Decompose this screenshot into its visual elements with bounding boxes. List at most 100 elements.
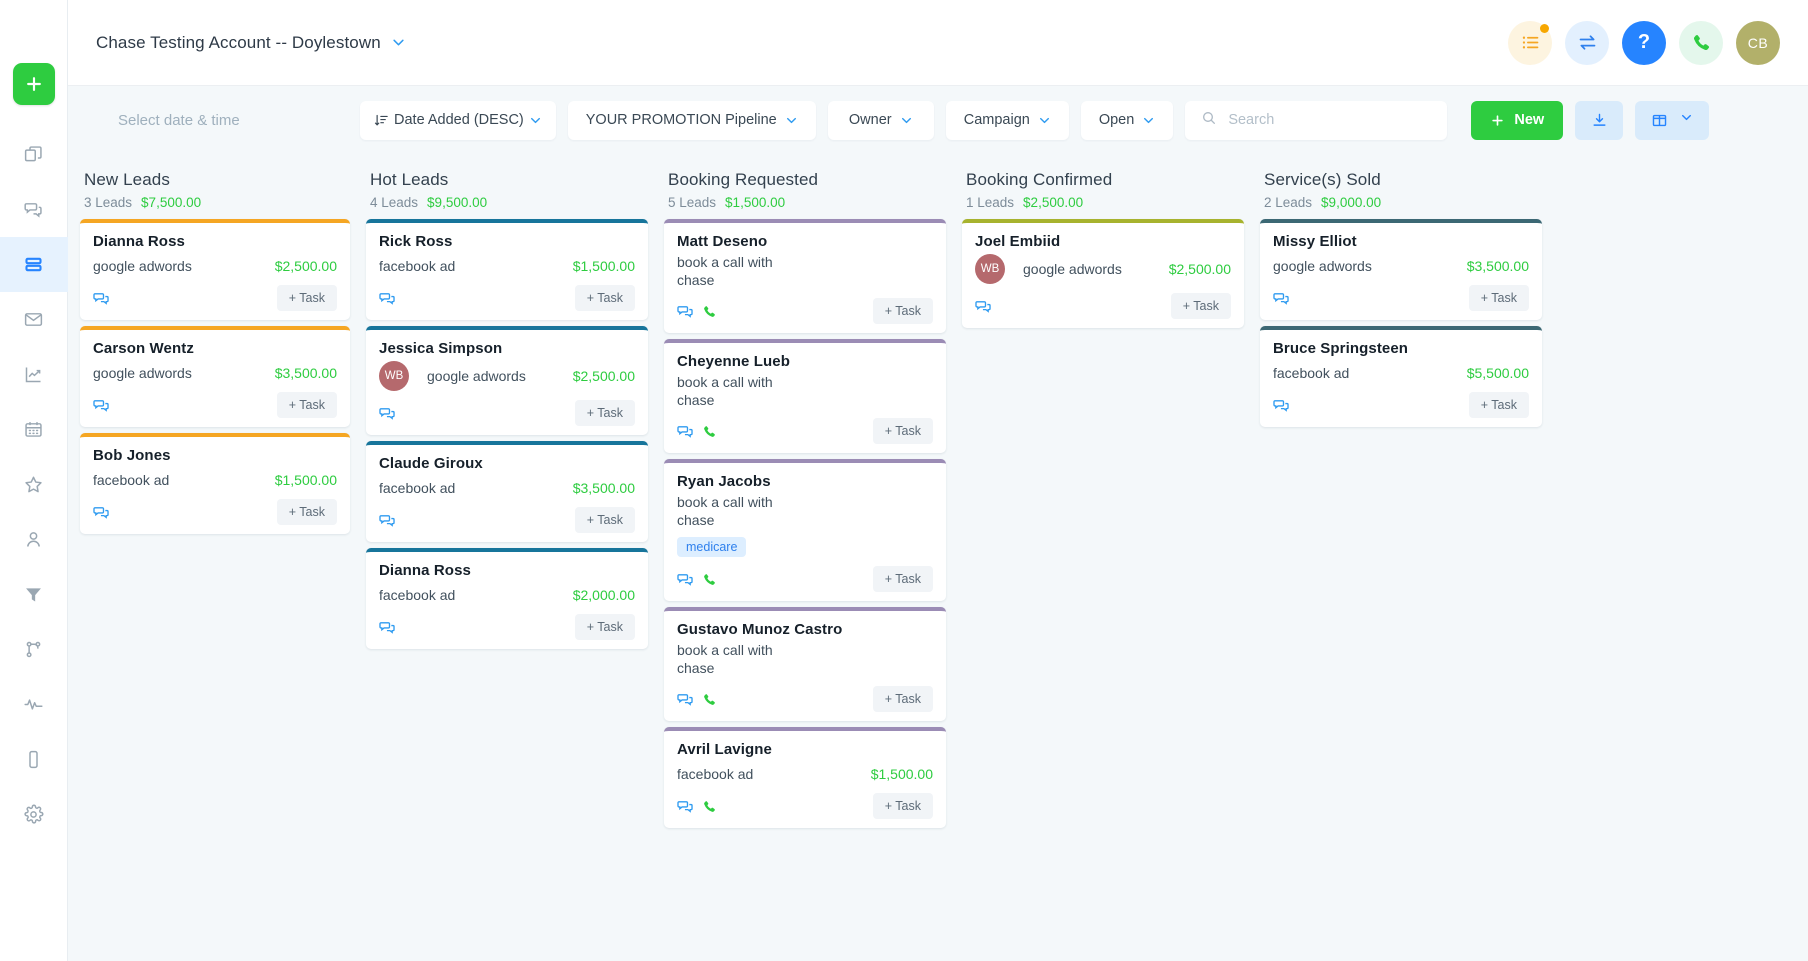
add-task-button[interactable]: + Task	[1469, 285, 1529, 311]
opportunity-card[interactable]: Cheyenne Luebbook a call with chase+ Tas…	[664, 339, 946, 453]
card-contact-name: Carson Wentz	[93, 340, 337, 357]
sidebar-item-contacts[interactable]	[0, 512, 68, 567]
chat-icon[interactable]	[379, 512, 396, 529]
chat-icon[interactable]	[379, 290, 396, 307]
tasks-icon-button[interactable]	[1508, 21, 1552, 65]
sidebar-item-copy[interactable]	[0, 127, 68, 182]
add-task-button[interactable]: + Task	[575, 614, 635, 640]
opportunity-card[interactable]: Avril Lavignefacebook ad$1,500.00+ Task	[664, 727, 946, 828]
campaign-dropdown[interactable]: Campaign	[946, 101, 1069, 140]
add-task-button[interactable]: + Task	[277, 285, 337, 311]
sidebar-item-mobile[interactable]	[0, 732, 68, 787]
chat-icon[interactable]	[677, 423, 694, 440]
chevron-down-icon	[529, 114, 542, 127]
opportunity-card[interactable]: Carson Wentzgoogle adwords$3,500.00+ Tas…	[80, 326, 350, 427]
phone-icon[interactable]	[702, 304, 717, 319]
search-input[interactable]	[1228, 112, 1431, 128]
phone-icon[interactable]	[702, 424, 717, 439]
sidebar-item-reporting[interactable]	[0, 347, 68, 402]
chat-icon[interactable]	[379, 619, 396, 636]
opportunity-card[interactable]: Claude Girouxfacebook ad$3,500.00+ Task	[366, 441, 648, 542]
sidebar-item-star[interactable]	[0, 457, 68, 512]
chat-icon[interactable]	[677, 303, 694, 320]
card-amount: $1,500.00	[275, 472, 337, 488]
export-download-button[interactable]	[1575, 101, 1623, 140]
help-icon-button[interactable]: ?	[1622, 21, 1666, 65]
sidebar-item-activity[interactable]	[0, 677, 68, 732]
owner-dropdown[interactable]: Owner	[828, 101, 934, 140]
card-footer: + Task	[677, 793, 933, 819]
sidebar-item-settings[interactable]	[0, 787, 68, 842]
quick-add-button[interactable]	[13, 63, 55, 105]
card-footer: + Task	[1273, 285, 1529, 311]
chat-icon[interactable]	[1273, 397, 1290, 414]
sidebar-item-mail[interactable]	[0, 292, 68, 347]
add-task-button[interactable]: + Task	[873, 686, 933, 712]
chat-icon[interactable]	[677, 798, 694, 815]
add-task-button[interactable]: + Task	[1469, 392, 1529, 418]
phone-icon-button[interactable]	[1679, 21, 1723, 65]
search-box[interactable]	[1185, 101, 1447, 140]
status-dropdown[interactable]: Open	[1081, 101, 1173, 140]
add-task-button[interactable]: + Task	[873, 418, 933, 444]
sidebar-item-calendar[interactable]	[0, 402, 68, 457]
add-task-button[interactable]: + Task	[575, 507, 635, 533]
sidebar-item-funnel[interactable]	[0, 567, 68, 622]
new-opportunity-button[interactable]: New	[1471, 101, 1563, 140]
opportunity-card[interactable]: Jessica SimpsonWBgoogle adwords$2,500.00…	[366, 326, 648, 435]
opportunity-card[interactable]: Bob Jonesfacebook ad$1,500.00+ Task	[80, 433, 350, 534]
swap-icon-button[interactable]	[1565, 21, 1609, 65]
opportunity-card[interactable]: Matt Desenobook a call with chase+ Task	[664, 219, 946, 333]
card-amount: $3,500.00	[275, 365, 337, 381]
opportunity-card[interactable]: Ryan Jacobsbook a call with chasemedicar…	[664, 459, 946, 601]
phone-icon[interactable]	[702, 692, 717, 707]
date-range-picker[interactable]: Select date & time	[96, 112, 348, 129]
sidebar-item-conversations[interactable]	[0, 182, 68, 237]
card-description: book a call with chase	[677, 642, 801, 677]
opportunity-card[interactable]: Dianna Rossfacebook ad$2,000.00+ Task	[366, 548, 648, 649]
card-amount: $3,500.00	[1467, 258, 1529, 274]
avatar[interactable]: CB	[1736, 21, 1780, 65]
add-task-button[interactable]: + Task	[277, 392, 337, 418]
card-details-row: google adwords$2,500.00	[93, 256, 337, 276]
chat-icon[interactable]	[379, 405, 396, 422]
chat-icon[interactable]	[93, 504, 110, 521]
sort-dropdown[interactable]: Date Added (DESC)	[360, 101, 556, 140]
opportunity-card[interactable]: Joel EmbiidWBgoogle adwords$2,500.00+ Ta…	[962, 219, 1244, 328]
chat-icon[interactable]	[975, 298, 992, 315]
card-details-row: WBgoogle adwords$2,500.00	[379, 361, 635, 391]
chat-icon[interactable]	[93, 397, 110, 414]
opportunity-card[interactable]: Gustavo Munoz Castro book a call with cha…	[664, 607, 946, 721]
chat-icon[interactable]	[677, 691, 694, 708]
chat-icon[interactable]	[677, 571, 694, 588]
opportunity-card[interactable]: Dianna Rossgoogle adwords$2,500.00+ Task	[80, 219, 350, 320]
card-footer: + Task	[93, 499, 337, 525]
opportunity-card[interactable]: Rick Rossfacebook ad$1,500.00+ Task	[366, 219, 648, 320]
add-task-button[interactable]: + Task	[277, 499, 337, 525]
chat-icon[interactable]	[93, 290, 110, 307]
card-contact-name: Gustavo Munoz Castro	[677, 621, 933, 638]
add-task-button[interactable]: + Task	[575, 285, 635, 311]
add-task-button[interactable]: + Task	[1171, 293, 1231, 319]
opportunity-card[interactable]: Missy Elliotgoogle adwords$3,500.00+ Tas…	[1260, 219, 1542, 320]
card-footer: + Task	[93, 392, 337, 418]
add-task-button[interactable]: + Task	[873, 793, 933, 819]
card-tag[interactable]: medicare	[677, 537, 746, 557]
pipeline-dropdown[interactable]: YOUR PROMOTION Pipeline	[568, 101, 816, 140]
account-selector[interactable]: Chase Testing Account -- Doylestown	[96, 33, 406, 53]
add-task-button[interactable]: + Task	[873, 566, 933, 592]
add-task-button[interactable]: + Task	[873, 298, 933, 324]
card-source: facebook ad	[379, 258, 455, 274]
chat-icon[interactable]	[1273, 290, 1290, 307]
opportunity-card[interactable]: Bruce Springsteenfacebook ad$5,500.00+ T…	[1260, 326, 1542, 427]
sidebar-item-workflow[interactable]	[0, 622, 68, 677]
card-action-icons	[93, 504, 110, 521]
view-switcher-button[interactable]	[1635, 101, 1709, 140]
add-task-button[interactable]: + Task	[575, 400, 635, 426]
card-action-icons	[379, 512, 396, 529]
phone-icon[interactable]	[702, 572, 717, 587]
sidebar-item-opportunities[interactable]	[0, 237, 68, 292]
phone-icon[interactable]	[702, 799, 717, 814]
nav-items	[0, 127, 67, 842]
left-nav-rail	[0, 0, 68, 961]
